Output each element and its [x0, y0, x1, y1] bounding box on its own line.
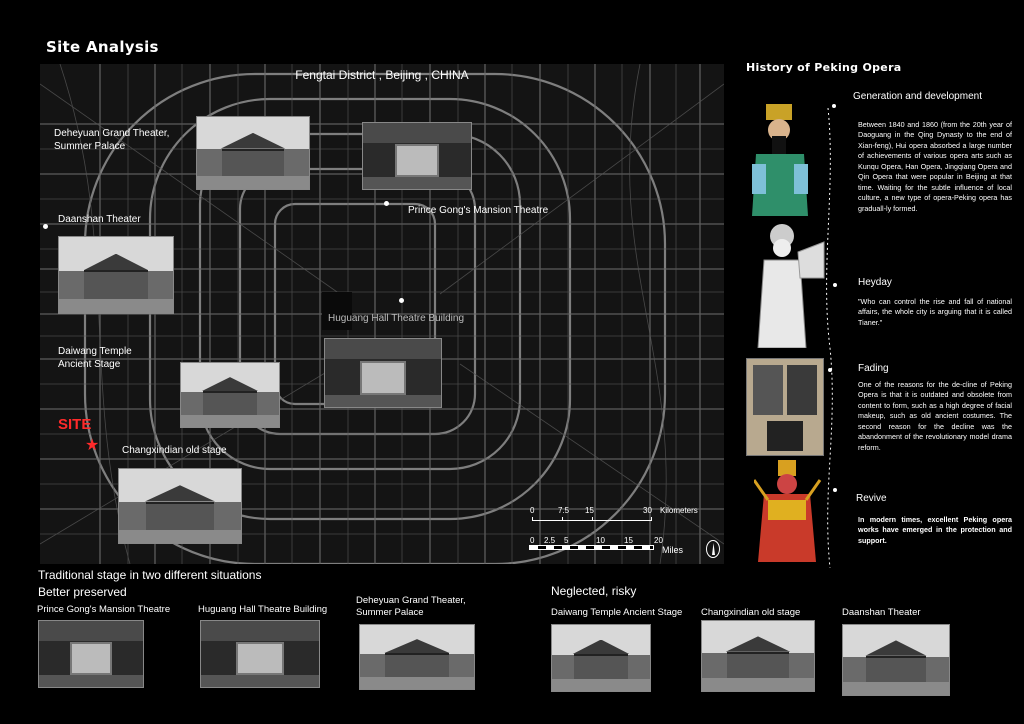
neglected-item-2-photo[interactable]	[701, 620, 815, 692]
changxindian-photo	[118, 468, 242, 544]
daiwang-label: Daiwang Temple Ancient Stage	[58, 346, 132, 370]
huguang-photo	[324, 338, 442, 408]
neglected-item-3-label: Daanshan Theater	[842, 607, 921, 618]
prince-gong-label: Prince Gong's Mansion Theatre	[408, 205, 549, 216]
history-section-2-heading: Heyday	[858, 277, 892, 288]
history-section-3-heading: Fading	[858, 363, 889, 374]
better-item-2-label: Huguang Hall Theatre Building	[198, 604, 328, 615]
history-title: History of Peking Opera	[746, 61, 902, 74]
huguang-marker[interactable]	[399, 298, 404, 303]
neglected-item-1-label: Daiwang Temple Ancient Stage	[551, 607, 683, 618]
mi-tick-5: 20	[654, 536, 663, 545]
miles-scale-bar	[529, 545, 654, 550]
changxindian-label: Changxindian old stage	[122, 445, 227, 456]
deheyuan-photo	[196, 116, 310, 190]
better-item-2-photo[interactable]	[200, 620, 320, 688]
timeline-dot-2	[833, 283, 837, 287]
scale-bar: 0 7.5 15 30 Kilometers 0 2.5 5 10 15 20 …	[512, 503, 722, 563]
site-star-icon[interactable]: ★	[85, 437, 99, 453]
opera-figure-lady-icon	[757, 224, 825, 348]
daiwang-photo	[180, 362, 280, 428]
km-unit: Kilometers	[660, 506, 698, 515]
comparison-title: Traditional stage in two different situa…	[38, 568, 262, 582]
prince-gong-photo	[362, 122, 472, 190]
better-item-1-photo[interactable]	[38, 620, 144, 688]
history-section-3-text: One of the reasons for the de-cline of P…	[858, 380, 1012, 452]
km-tick-2: 15	[585, 506, 594, 515]
daanshan-label: Daanshan Theater	[58, 214, 141, 225]
neglected-item-2-label: Changxindian old stage	[701, 607, 801, 618]
deheyuan-label: Deheyuan Grand Theater, Summer Palace	[54, 128, 170, 152]
better-preserved-title: Better preserved	[38, 585, 127, 599]
better-item-3-label: Deheyuan Grand Theater, Summer Palace	[356, 595, 466, 618]
page-title: Site Analysis	[46, 38, 159, 56]
better-item-3-photo[interactable]	[359, 624, 475, 690]
opera-poster-image	[746, 358, 824, 456]
daanshan-marker[interactable]	[43, 224, 48, 229]
north-arrow-icon	[706, 540, 720, 558]
huguang-label: Huguang Hall Theatre Building	[328, 313, 465, 324]
timeline-dot-3	[828, 368, 832, 372]
history-section-2-text: "Who can control the rise and fall of na…	[858, 297, 1012, 327]
history-section-1-text: Between 1840 and 1860 (from the 20th yea…	[858, 120, 1012, 213]
mi-tick-0: 0	[530, 536, 535, 545]
prince-gong-marker[interactable]	[384, 201, 389, 206]
km-tick-1: 7.5	[558, 506, 570, 515]
neglected-item-3-photo[interactable]	[842, 624, 950, 696]
km-tick-3: 30	[643, 506, 652, 515]
timeline-dot-4	[833, 488, 837, 492]
mi-unit: Miles	[662, 545, 684, 555]
km-tick-0: 0	[530, 506, 535, 515]
history-section-4-text: In modern times, excellent Peking opera …	[858, 515, 1012, 545]
opera-figure-warrior-icon	[754, 460, 822, 562]
neglected-title: Neglected, risky	[551, 584, 637, 598]
timeline-dot-1	[832, 104, 836, 108]
mi-tick-3: 10	[596, 536, 605, 545]
opera-figure-general-icon	[752, 104, 808, 216]
history-section-1-heading: Generation and development	[853, 91, 982, 102]
mi-tick-2: 5	[564, 536, 569, 545]
daanshan-photo	[58, 236, 174, 314]
history-section-4-heading: Revive	[856, 493, 887, 504]
neglected-item-1-photo[interactable]	[551, 624, 651, 692]
mi-tick-4: 15	[624, 536, 633, 545]
mi-tick-1: 2.5	[544, 536, 556, 545]
better-item-1-label: Prince Gong's Mansion Theatre	[37, 604, 171, 615]
site-map[interactable]: Fengtai District , Beijing , CHINA Dehey…	[40, 64, 724, 564]
site-label: SITE	[58, 416, 92, 433]
map-title: Fengtai District , Beijing , CHINA	[295, 68, 469, 82]
